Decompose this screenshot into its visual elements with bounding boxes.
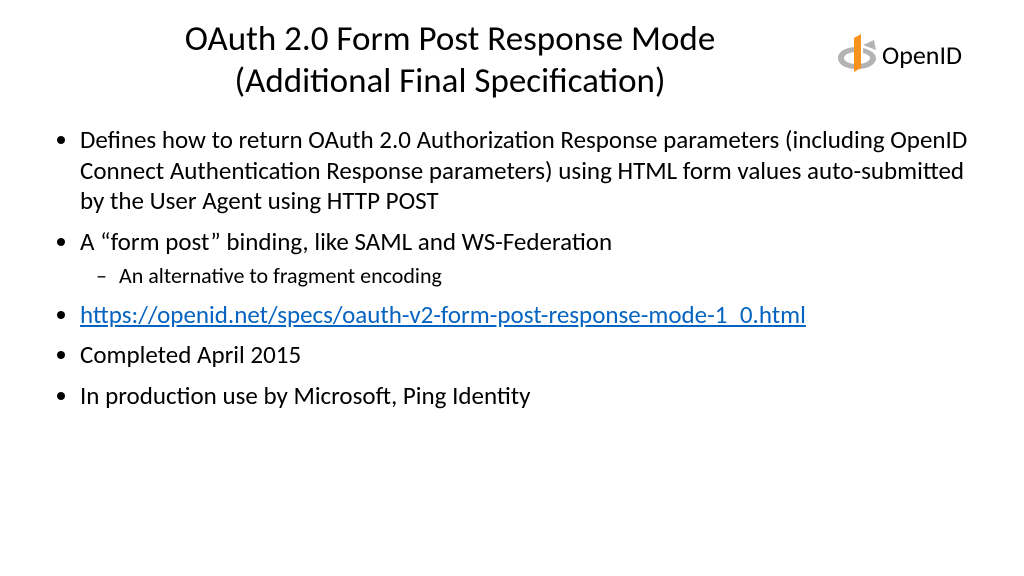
bullet-item: In production use by Microsoft, Ping Ide… <box>80 381 984 412</box>
bullet-list: Defines how to return OAuth 2.0 Authoriz… <box>52 125 984 411</box>
bullet-text: A “form post” binding, like SAML and WS-… <box>80 226 612 257</box>
slide-title: OAuth 2.0 Form Post Response Mode (Addit… <box>90 18 810 102</box>
bullet-item: Defines how to return OAuth 2.0 Authoriz… <box>80 125 984 217</box>
bullet-text: In production use by Microsoft, Ping Ide… <box>80 380 530 411</box>
sub-bullet-list: An alternative to fragment encoding <box>80 263 984 290</box>
title-line-2: (Additional Final Specification) <box>90 60 810 102</box>
openid-logo: OpenID <box>836 32 988 78</box>
spec-link[interactable]: https://openid.net/specs/oauth-v2-form-p… <box>80 299 806 330</box>
openid-logo-text: OpenID <box>882 39 962 71</box>
title-line-1: OAuth 2.0 Form Post Response Mode <box>90 18 810 60</box>
bullet-text: Completed April 2015 <box>80 339 301 370</box>
slide: OAuth 2.0 Form Post Response Mode (Addit… <box>0 0 1024 576</box>
sub-bullet-text: An alternative to fragment encoding <box>119 262 442 289</box>
sub-bullet-item: An alternative to fragment encoding <box>114 263 984 290</box>
bullet-item: https://openid.net/specs/oauth-v2-form-p… <box>80 300 984 331</box>
bullet-item: A “form post” binding, like SAML and WS-… <box>80 227 984 290</box>
slide-body: Defines how to return OAuth 2.0 Authoriz… <box>52 125 984 421</box>
bullet-item: Completed April 2015 <box>80 340 984 371</box>
openid-logo-icon: OpenID <box>836 32 988 78</box>
bullet-text: Defines how to return OAuth 2.0 Authoriz… <box>80 124 967 216</box>
